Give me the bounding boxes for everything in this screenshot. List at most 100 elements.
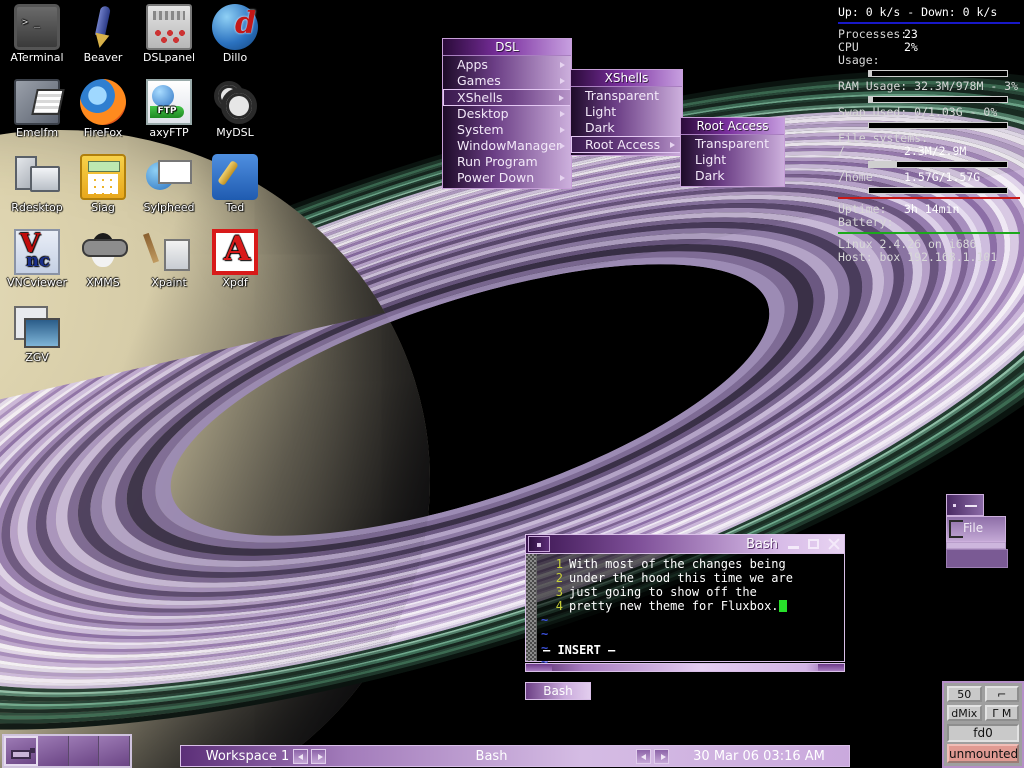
pager-workspace-4[interactable] xyxy=(99,736,130,766)
vim-line-number: 3 xyxy=(555,585,563,599)
pager-workspace-1[interactable] xyxy=(4,736,38,766)
menu-item-system[interactable]: System xyxy=(443,122,571,138)
desktop-icon-emelfm[interactable]: Emelfm xyxy=(4,79,70,139)
menu-item-desktop[interactable]: Desktop xyxy=(443,106,571,122)
workspace-label: Workspace 1 xyxy=(205,748,290,764)
desktop-icon-label: Emelfm xyxy=(15,126,59,139)
desktop-icon-label: MyDSL xyxy=(216,126,254,139)
menu-item-run-program[interactable]: Run Program xyxy=(443,154,571,170)
xshells-item-light[interactable]: Light xyxy=(571,104,682,120)
desktop-icon-sylpheed[interactable]: Sylpheed xyxy=(136,154,202,214)
desktop-icon-firefox[interactable]: FireFox xyxy=(70,79,136,139)
rootaccess-item-transparent[interactable]: Transparent xyxy=(681,136,784,152)
mount-status-button[interactable]: unmounted xyxy=(947,744,1019,763)
desktop-icon-aterminal[interactable]: ATerminal xyxy=(4,4,70,64)
vim-empty-line: ~ xyxy=(541,655,840,669)
desktop-icon-xpaint[interactable]: Xpaint xyxy=(136,229,202,289)
xshells-submenu[interactable]: XShells Transparent Light Dark Root Access xyxy=(570,69,683,156)
menu-item-apps[interactable]: Apps xyxy=(443,57,571,73)
desktop-icon-label: XMMS xyxy=(86,276,120,289)
volume-display[interactable]: 50 xyxy=(947,686,982,702)
battery-row: Battery: xyxy=(838,216,1020,229)
mini-window-menu-icon[interactable] xyxy=(953,504,956,507)
desktop-icon-label: Siag xyxy=(91,201,115,214)
mixer-top-row: 50 ⌐ xyxy=(947,686,1019,702)
desktop-icon-zgv[interactable]: ZGV xyxy=(4,304,70,364)
close-icon[interactable] xyxy=(824,535,843,553)
workspace-pager[interactable] xyxy=(2,734,132,768)
menu-item-label: Power Down xyxy=(457,170,535,185)
volume-slider[interactable]: ⌐ xyxy=(984,686,1019,702)
desktop-icon-axyftp[interactable]: axyFTP xyxy=(136,79,202,139)
menu-item-label: Root Access xyxy=(585,137,661,152)
vim-tilde-marker: ~ xyxy=(541,627,549,641)
xshells-item-dark[interactable]: Dark xyxy=(571,120,682,136)
vim-line: 4 pretty new theme for Fluxbox. xyxy=(541,599,840,613)
gears-icon xyxy=(212,79,258,125)
desktop-icon-mydsl[interactable]: MyDSL xyxy=(202,79,268,139)
terminal-scrollbar[interactable] xyxy=(526,554,537,661)
processes-row: Processes: 23 xyxy=(838,28,1020,41)
iconbar-next-icon[interactable] xyxy=(654,748,669,764)
submenu-arrow-icon xyxy=(560,78,565,84)
maximize-icon[interactable] xyxy=(804,535,823,553)
menu-item-games[interactable]: Games xyxy=(443,73,571,89)
terminal-titlebar[interactable]: Bash xyxy=(525,534,845,554)
root-access-submenu[interactable]: Root Access Transparent Light Dark xyxy=(680,117,785,187)
vim-buffer[interactable]: 1 With most of the changes being 2 under th… xyxy=(537,554,844,669)
text-cursor xyxy=(778,600,787,612)
submenu-arrow-icon xyxy=(560,62,565,68)
desktop-icon-label: FireFox xyxy=(83,126,123,139)
file-cabinet-icon xyxy=(14,79,60,125)
xshells-item-root-access[interactable]: Root Access xyxy=(571,136,682,153)
menu-item-xshells[interactable]: XShells xyxy=(443,89,571,106)
vim-tilde-marker: ~ xyxy=(541,613,549,627)
desktop-icon-xmms[interactable]: XMMS xyxy=(70,229,136,289)
rootaccess-item-light[interactable]: Light xyxy=(681,152,784,168)
mini-window-menubar[interactable]: File xyxy=(946,516,1006,542)
terminal-content[interactable]: 1 With most of the changes being 2 under th… xyxy=(525,554,845,669)
mute-button[interactable]: Γ M xyxy=(984,705,1019,721)
vim-status-line: — INSERT — xyxy=(543,643,616,657)
desktop-icon-xpdf[interactable]: Xpdf xyxy=(202,229,268,289)
iconbar-prev-icon[interactable] xyxy=(636,748,651,764)
minimize-icon[interactable] xyxy=(784,535,803,553)
window-menu-icon[interactable] xyxy=(528,536,550,552)
terminal-tab[interactable]: Bash xyxy=(525,682,591,700)
bash-terminal-window[interactable]: Bash 1 With most of the changes being 2 und… xyxy=(525,534,845,672)
root-menu[interactable]: DSL Apps Games XShells Desktop System WindowM… xyxy=(442,38,572,189)
root-access-submenu-title: Root Access xyxy=(681,118,784,135)
xshells-item-transparent[interactable]: Transparent xyxy=(571,88,682,104)
desktop-icon-vncviewer[interactable]: VNCviewer xyxy=(4,229,70,289)
vim-line-number: 2 xyxy=(555,571,563,585)
desktop-icon-siag[interactable]: Siag xyxy=(70,154,136,214)
file-menu-label[interactable]: File xyxy=(963,521,983,535)
desktop-icon-dillo[interactable]: Dillo xyxy=(202,4,268,64)
vim-line: 2 under the hood this time we are xyxy=(541,571,840,585)
desktop-icon-dslpanel[interactable]: DSLpanel xyxy=(136,4,202,64)
window-label[interactable]: Bash xyxy=(351,746,632,766)
menu-item-power-down[interactable]: Power Down xyxy=(443,170,571,186)
desktop-icon-ted[interactable]: Ted xyxy=(202,154,268,214)
pager-workspace-2[interactable] xyxy=(37,736,69,766)
pager-workspace-3[interactable] xyxy=(68,736,100,766)
workspace-prev-icon[interactable] xyxy=(293,748,309,764)
terminal-title-label: Bash xyxy=(746,536,778,552)
mini-window-titlebar[interactable] xyxy=(946,494,984,516)
menu-item-label: System xyxy=(457,122,504,137)
workspace-segment[interactable]: Workspace 1 xyxy=(181,746,351,766)
vim-empty-line: ~ xyxy=(541,627,840,641)
vim-line-text: just going to show off the xyxy=(569,585,757,599)
workspace-next-icon[interactable] xyxy=(311,748,327,764)
mixer-button[interactable]: dMix xyxy=(947,705,982,721)
desktop-icon-rdesktop[interactable]: Rdesktop xyxy=(4,154,70,214)
desktop-icon-beaver[interactable]: Beaver xyxy=(70,4,136,64)
mini-window-close-icon[interactable] xyxy=(965,500,977,512)
menu-item-windowmanager[interactable]: WindowManager xyxy=(443,138,571,154)
bracket-icon xyxy=(949,520,963,538)
filesystem-divider xyxy=(838,197,1020,199)
fs-home-label: /home xyxy=(838,170,873,184)
swap-row: Swap Used: 0/1.03G - 0% xyxy=(838,105,998,119)
rootaccess-item-dark[interactable]: Dark xyxy=(681,168,784,184)
desktop-icon-label: Xpdf xyxy=(222,276,248,289)
